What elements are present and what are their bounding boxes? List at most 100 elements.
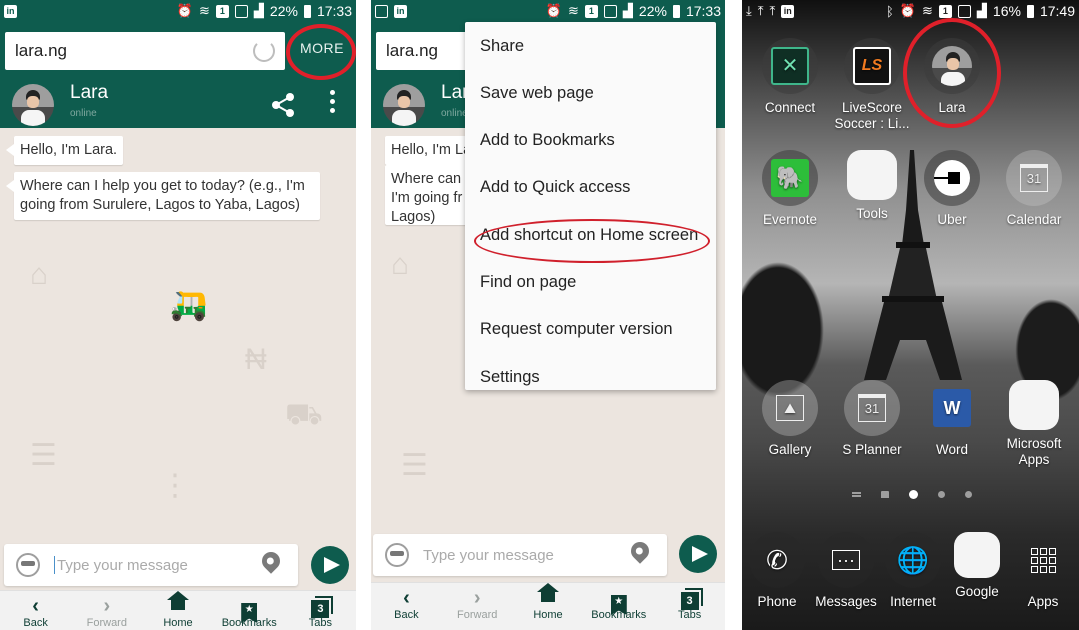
clock: 17:33 xyxy=(316,3,352,19)
globe-icon: 🌐 xyxy=(885,532,941,588)
calendar-icon: 31 xyxy=(1006,150,1062,206)
sim1-icon: 1 xyxy=(584,4,598,18)
nav-bookmarks[interactable]: ★ Bookmarks xyxy=(214,591,285,630)
message-text: Where can I'm going fr Lagos) xyxy=(391,171,463,225)
app-label: Phone xyxy=(757,594,797,609)
home-icon xyxy=(167,591,189,615)
status-bar: ⤓ ⤒ ⤒ in ᛒ ⏰ ≋ 1 ▟ 16% 17:49 xyxy=(742,0,1079,22)
phone-icon: ✆ xyxy=(749,532,805,588)
menu-item-settings[interactable]: Settings xyxy=(480,368,540,387)
chevron-left-icon: ‹ xyxy=(403,587,410,609)
pattern-traffic-light-icon: ⋮ xyxy=(160,469,190,502)
apps-grid-icon xyxy=(1015,532,1071,588)
alarm-icon: ⏰ xyxy=(899,3,917,18)
menu-item-add-to-quick-access[interactable]: Add to Quick access xyxy=(480,178,630,197)
app-calendar[interactable]: 31 Calendar xyxy=(994,150,1074,228)
pattern-burger-icon: ☰ xyxy=(401,449,428,482)
menu-item-save-web-page[interactable]: Save web page xyxy=(480,84,594,103)
location-pin-icon[interactable] xyxy=(627,538,653,564)
app-label: Uber xyxy=(937,212,967,227)
microsoft-apps-folder-icon xyxy=(1009,380,1059,430)
app-evernote[interactable]: 🐘 Evernote xyxy=(750,150,830,228)
messages-icon: ··· xyxy=(818,532,874,588)
avatar[interactable] xyxy=(383,84,425,126)
page-dot[interactable] xyxy=(938,491,945,498)
message-input[interactable] xyxy=(57,556,247,574)
nav-forward[interactable]: › Forward xyxy=(442,583,513,630)
nav-label: Tabs xyxy=(677,609,702,621)
emoji-icon[interactable] xyxy=(16,553,40,577)
sim1-icon: 1 xyxy=(215,4,229,18)
menu-item-add-to-bookmarks[interactable]: Add to Bookmarks xyxy=(480,131,615,150)
evernote-icon: 🐘 xyxy=(762,150,818,206)
nav-back[interactable]: ‹ Back xyxy=(371,583,442,630)
menu-item-request-computer-version[interactable]: Request computer version xyxy=(480,320,673,339)
page-indicator[interactable] xyxy=(852,490,972,499)
tabs-icon: 3 xyxy=(680,592,699,610)
location-pin-icon[interactable] xyxy=(258,548,284,574)
wifi-icon: ≋ xyxy=(922,3,933,18)
app-uber[interactable]: Uber xyxy=(912,150,992,228)
send-button[interactable] xyxy=(311,546,349,584)
contact-status: online xyxy=(441,108,468,119)
page-dot[interactable] xyxy=(965,491,972,498)
nav-tabs[interactable]: 3 Tabs xyxy=(654,583,725,630)
avatar[interactable] xyxy=(12,84,54,126)
app-label: Calendar xyxy=(1006,212,1062,227)
send-button[interactable] xyxy=(679,535,717,573)
nav-tabs[interactable]: 3 Tabs xyxy=(285,591,356,630)
wifi-icon: ≋ xyxy=(568,3,579,18)
upload-icon: ⤒ xyxy=(757,3,764,18)
clock: 17:49 xyxy=(1039,3,1075,19)
app-livescore[interactable]: LS LiveScore Soccer : Li... xyxy=(832,38,912,132)
dock-google-folder[interactable]: Google xyxy=(942,532,1012,600)
app-connect[interactable]: ✕ Connect xyxy=(750,38,830,116)
page-dot-home[interactable] xyxy=(881,491,889,498)
chat-header: Lara online xyxy=(0,78,356,128)
app-microsoft-apps-folder[interactable]: Microsoft Apps xyxy=(994,380,1074,468)
image-icon xyxy=(375,4,388,18)
pattern-sign-icon: ⌂ xyxy=(30,258,49,291)
page-dot-active[interactable] xyxy=(909,490,918,499)
menu-item-find-on-page[interactable]: Find on page xyxy=(480,273,576,292)
nav-home[interactable]: Home xyxy=(513,583,584,630)
app-tools-folder[interactable]: Tools xyxy=(832,150,912,222)
livescore-icon: LS xyxy=(844,38,900,94)
linkedin-icon: in xyxy=(4,4,17,18)
linkedin-icon: in xyxy=(781,4,795,18)
nav-label: Back xyxy=(23,617,48,629)
browser-bottom-nav: ‹ Back › Forward Home ★ Bookmarks 3 Tabs xyxy=(371,582,725,630)
more-button[interactable]: MORE xyxy=(300,40,344,56)
uber-icon xyxy=(924,150,980,206)
share-icon[interactable] xyxy=(270,92,296,118)
app-label: Internet xyxy=(890,594,936,609)
app-label: Evernote xyxy=(762,212,818,227)
url-bar[interactable]: lara.ng xyxy=(5,32,285,70)
emoji-icon[interactable] xyxy=(385,543,409,567)
alarm-icon: ⏰ xyxy=(545,3,563,18)
dock-phone[interactable]: ✆ Phone xyxy=(742,532,812,610)
lara-avatar-icon xyxy=(924,38,980,94)
app-word[interactable]: W Word xyxy=(912,380,992,458)
nav-back[interactable]: ‹ Back xyxy=(0,591,71,630)
panel-browser-chat: in ⏰ ≋ 1 ▟ 22% 17:33 lara.ng MORE Lara o… xyxy=(0,0,356,630)
message-input[interactable] xyxy=(423,546,613,564)
nav-label: Tabs xyxy=(308,617,333,629)
upload-icon: ⤒ xyxy=(769,3,776,18)
page-dot-list[interactable] xyxy=(852,492,861,497)
dock-apps[interactable]: Apps xyxy=(1008,532,1078,610)
dock-messages[interactable]: ··· Messages xyxy=(810,532,882,610)
dock-internet[interactable]: 🌐 Internet xyxy=(878,532,948,610)
app-gallery[interactable]: ⛰ Gallery xyxy=(750,380,830,458)
nav-home[interactable]: Home xyxy=(142,591,213,630)
menu-item-add-shortcut-home-screen[interactable]: Add shortcut on Home screen xyxy=(480,226,698,245)
app-lara-shortcut[interactable]: Lara xyxy=(912,38,992,116)
reload-icon[interactable] xyxy=(253,40,275,62)
status-bar: in ⏰ ≋ 1 ▟ 22% 17:33 xyxy=(0,0,356,22)
menu-item-share[interactable]: Share xyxy=(480,37,524,56)
nav-label: Bookmarks xyxy=(221,617,277,629)
overflow-menu-icon[interactable] xyxy=(330,90,336,116)
nav-bookmarks[interactable]: ★ Bookmarks xyxy=(583,583,654,630)
nav-forward[interactable]: › Forward xyxy=(71,591,142,630)
app-s-planner[interactable]: 31 S Planner xyxy=(832,380,912,458)
